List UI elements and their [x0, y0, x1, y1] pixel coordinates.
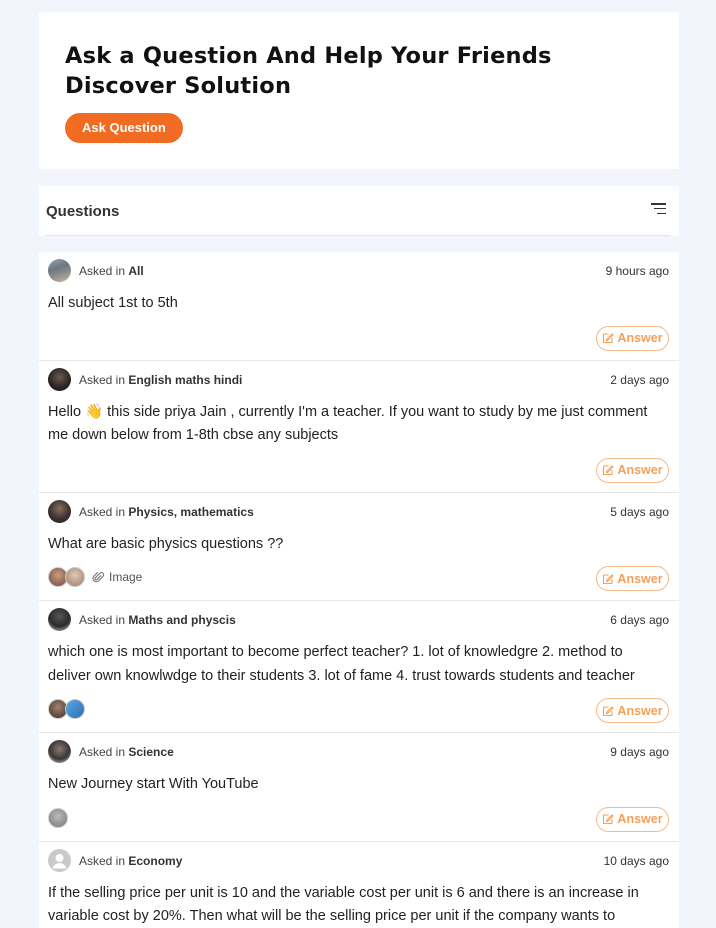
category-link[interactable]: All [128, 264, 143, 278]
question-text[interactable]: Hello 👋 this side priya Jain , currently… [48, 401, 669, 448]
answer-label: Answer [617, 331, 663, 345]
answer-button[interactable]: Answer [596, 698, 669, 723]
question-card[interactable]: Asked in Economy 10 days ago If the sell… [39, 842, 679, 928]
question-card[interactable]: Asked in Physics, mathematics 5 days ago… [39, 493, 679, 601]
question-card[interactable]: Asked in English maths hindi 2 days ago … [39, 361, 679, 493]
avatar[interactable] [48, 259, 71, 282]
question-text[interactable]: What are basic physics questions ?? [48, 533, 669, 557]
answer-button[interactable]: Answer [596, 325, 669, 351]
asked-in: Asked in Physics, mathematics [79, 504, 254, 519]
question-card[interactable]: Asked in Maths and physcis 6 days ago wh… [39, 601, 679, 733]
question-card[interactable]: Asked in Science 9 days ago New Journey … [39, 733, 679, 842]
category-link[interactable]: Science [128, 745, 173, 759]
edit-icon [603, 705, 615, 716]
answer-label: Answer [617, 703, 663, 718]
question-text[interactable]: which one is most important to become pe… [48, 641, 669, 688]
timestamp: 6 days ago [610, 613, 669, 627]
filter-lines-icon[interactable] [651, 203, 666, 215]
asked-in: Asked in English maths hindi [79, 372, 243, 387]
timestamp: 10 days ago [603, 853, 669, 868]
paperclip-icon [92, 571, 105, 582]
responders: Image [48, 567, 142, 587]
avatar[interactable] [48, 499, 71, 523]
answer-label: Answer [617, 463, 663, 477]
edit-icon [603, 333, 615, 344]
timestamp: 2 days ago [610, 372, 669, 387]
answer-button[interactable]: Answer [596, 806, 669, 832]
category-link[interactable]: Economy [128, 854, 182, 868]
timestamp: 9 days ago [610, 745, 669, 759]
questions-header: Questions [39, 186, 679, 236]
banner-title: Ask a Question And Help Your Friends Dis… [65, 43, 552, 99]
asked-in: Asked in Science [79, 745, 174, 759]
question-text[interactable]: If the selling price per unit is 10 and … [48, 882, 669, 928]
divider [45, 235, 671, 236]
avatar[interactable] [48, 367, 71, 391]
avatar[interactable] [48, 740, 71, 763]
responder-avatar[interactable] [65, 699, 85, 719]
default-user-icon[interactable] [48, 848, 71, 872]
answer-button[interactable]: Answer [596, 457, 669, 483]
questions-title: Questions [46, 203, 120, 220]
category-link[interactable]: Physics, mathematics [128, 505, 253, 519]
attachment-label: Image [109, 570, 143, 584]
avatar[interactable] [48, 608, 71, 631]
answer-label: Answer [617, 571, 663, 586]
answer-button[interactable]: Answer [596, 566, 669, 591]
ask-question-banner: Ask a Question And Help Your Friends Dis… [39, 12, 679, 169]
responders [48, 807, 68, 828]
timestamp: 5 days ago [610, 504, 669, 519]
responder-avatar[interactable] [65, 567, 85, 587]
answer-label: Answer [617, 812, 663, 826]
responders [48, 699, 85, 719]
category-link[interactable]: English maths hindi [128, 373, 242, 387]
asked-in: Asked in All [79, 264, 144, 278]
question-card[interactable]: Asked in All 9 hours ago All subject 1st… [39, 252, 679, 361]
responder-avatar[interactable] [48, 807, 68, 828]
category-link[interactable]: Maths and physcis [128, 613, 235, 627]
asked-in: Asked in Economy [79, 853, 183, 868]
question-text[interactable]: All subject 1st to 5th [48, 292, 669, 316]
image-attachment[interactable]: Image [92, 570, 142, 584]
questions-list: Asked in All 9 hours ago All subject 1st… [39, 252, 679, 928]
asked-in: Asked in Maths and physcis [79, 613, 236, 627]
edit-icon [603, 465, 615, 476]
timestamp: 9 hours ago [605, 264, 669, 278]
edit-icon [603, 573, 615, 584]
question-text[interactable]: New Journey start With YouTube [48, 773, 669, 797]
ask-question-button[interactable]: Ask Question [65, 113, 183, 143]
edit-icon [603, 814, 615, 825]
